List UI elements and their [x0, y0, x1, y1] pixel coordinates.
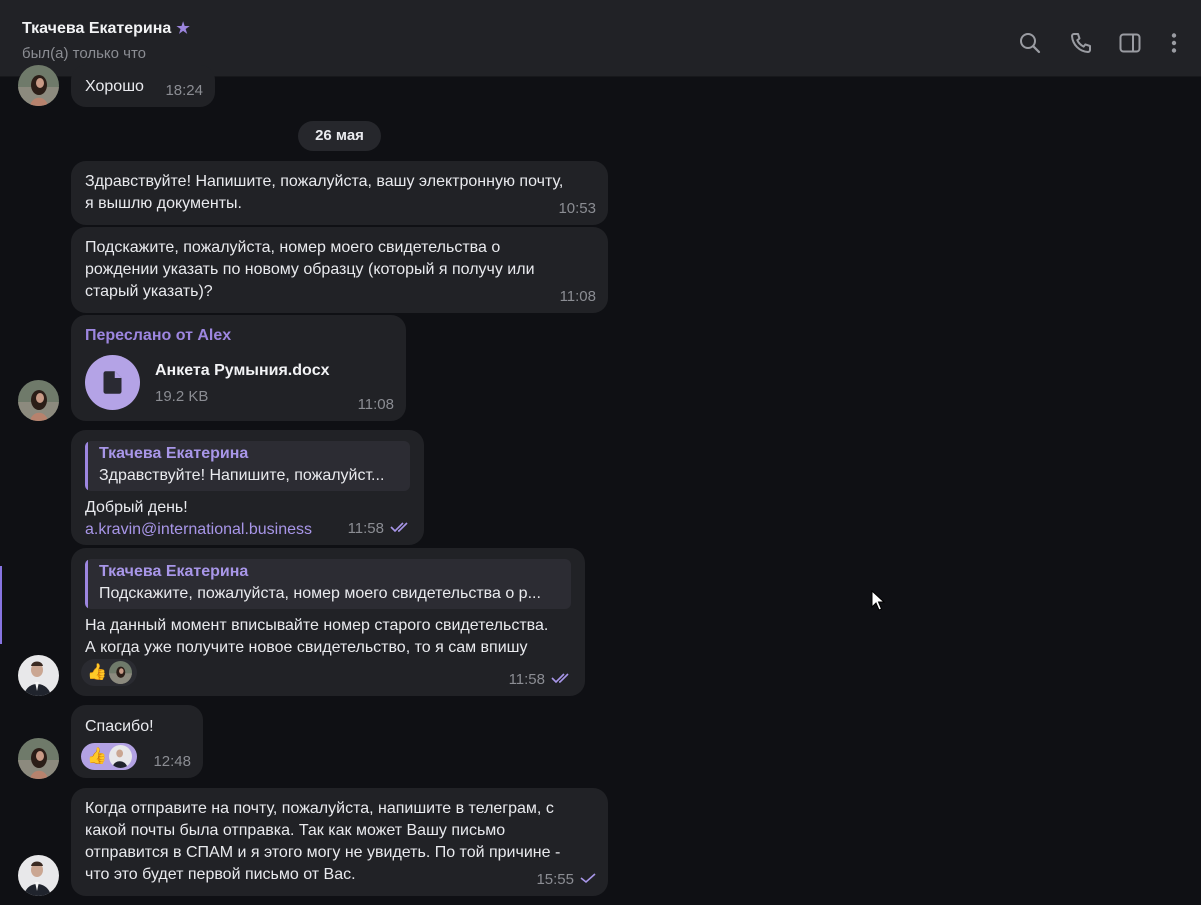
chat-title-text[interactable]: Ткачева Екатерина [22, 20, 171, 37]
message-text: Добрый день! [85, 499, 188, 516]
reaction-chip-selected[interactable]: 👍 [81, 743, 137, 770]
message-time-text: 11:58 [508, 670, 545, 688]
selection-indicator [0, 566, 2, 644]
message-time: 11:08 [559, 288, 596, 305]
message-bubble[interactable]: Спасибо! 👍 12:48 [71, 705, 203, 778]
reply-text: Здравствуйте! Напишите, пожалуйст... [99, 467, 385, 484]
message-time: 11:08 [357, 396, 394, 413]
message-bubble[interactable]: Ткачева Екатерина Подскажите, пожалуйста… [71, 548, 585, 696]
message-time-text: 11:58 [347, 519, 384, 537]
premium-star-icon: ★ [176, 20, 190, 37]
message-text: Здравствуйте! Напишите, пожалуйста, вашу… [85, 173, 564, 212]
reply-author: Ткачева Екатерина [99, 445, 249, 462]
message-bubble[interactable]: Хорошо 18:24 [71, 65, 215, 107]
last-seen-status: был(а) только что [22, 45, 147, 62]
message-text: Спасибо! [85, 718, 154, 735]
reply-author: Ткачева Екатерина [99, 563, 249, 580]
message-time: 10:53 [558, 200, 596, 217]
reply-text: Подскажите, пожалуйста, номер моего свид… [99, 585, 541, 602]
reaction-avatar [108, 745, 132, 768]
file-name[interactable]: Анкета Румыния.docx [155, 360, 330, 382]
message-time-text: 15:55 [536, 870, 574, 888]
avatar-ekaterina[interactable] [18, 380, 59, 421]
message-bubble[interactable]: Подскажите, пожалуйста, номер моего свид… [71, 227, 608, 313]
message-time: 18:24 [165, 82, 203, 99]
message-text: На данный момент вписывайте номер старог… [85, 617, 549, 656]
avatar-ekaterina[interactable] [18, 65, 59, 106]
date-separator[interactable]: 26 мая [298, 121, 381, 151]
sidebar-toggle-icon[interactable] [1118, 31, 1142, 55]
reply-quote[interactable]: Ткачева Екатерина Подскажите, пожалуйста… [85, 559, 571, 609]
read-double-check-icon [551, 669, 573, 691]
thumbs-up-icon: 👍 [87, 747, 107, 765]
chat-title[interactable]: Ткачева Екатерина ★ [22, 19, 190, 38]
reply-quote[interactable]: Ткачева Екатерина Здравствуйте! Напишите… [85, 441, 410, 491]
reaction-chip[interactable]: 👍 [81, 659, 137, 686]
file-size: 19.2 KB [155, 388, 209, 405]
sent-check-icon [580, 869, 596, 891]
document-icon[interactable] [85, 355, 140, 410]
message-time: 11:58 [509, 669, 573, 691]
forwarded-file-message[interactable]: Переслано от Alex Анкета Румыния.docx 19… [71, 315, 406, 421]
message-time: 11:58 [348, 518, 412, 540]
thumbs-up-icon: 👍 [87, 663, 107, 681]
avatar-ekaterina[interactable] [18, 738, 59, 779]
reaction-avatar [108, 661, 132, 684]
avatar-me[interactable] [18, 655, 59, 696]
message-time: 12:48 [153, 753, 191, 770]
message-time: 15:55 [536, 869, 596, 891]
avatar-me[interactable] [18, 855, 59, 896]
more-menu-icon[interactable] [1162, 31, 1186, 55]
mouse-cursor-icon [871, 589, 886, 612]
message-bubble[interactable]: Ткачева Екатерина Здравствуйте! Напишите… [71, 430, 424, 545]
search-icon[interactable] [1018, 31, 1042, 55]
forwarded-from-label[interactable]: Переслано от Alex [85, 325, 392, 347]
message-text: Подскажите, пожалуйста, номер моего свид… [85, 239, 535, 300]
read-double-check-icon [390, 518, 412, 540]
phone-icon[interactable] [1069, 31, 1093, 55]
message-bubble[interactable]: Когда отправите на почту, пожалуйста, на… [71, 788, 608, 896]
message-text: Когда отправите на почту, пожалуйста, на… [85, 800, 561, 883]
message-bubble[interactable]: Здравствуйте! Напишите, пожалуйста, вашу… [71, 161, 608, 225]
